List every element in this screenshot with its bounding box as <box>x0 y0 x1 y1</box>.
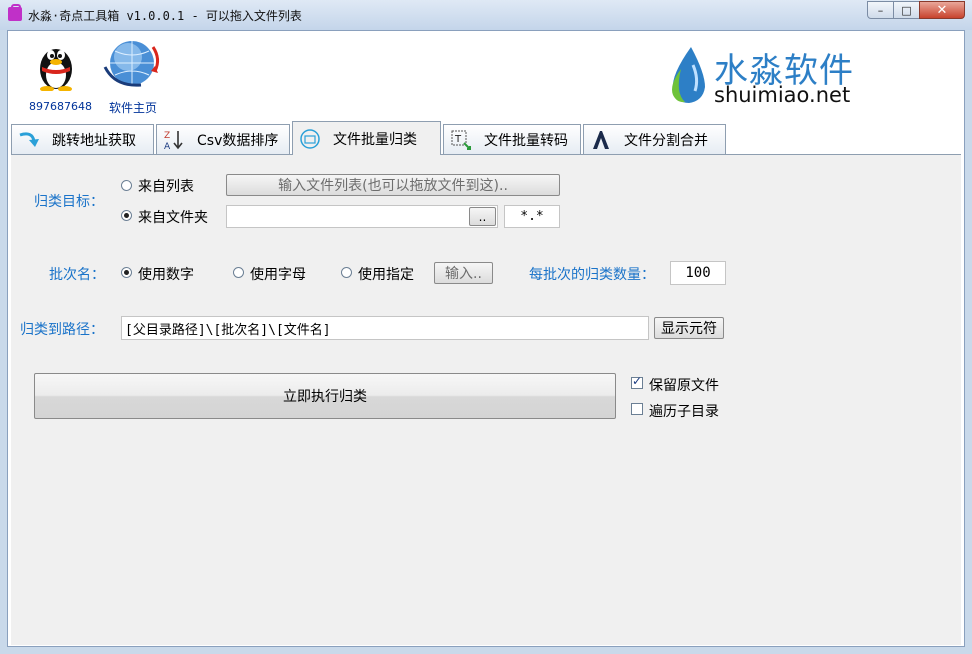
title-bar: 水淼·奇点工具箱 v1.0.0.1 - 可以拖入文件列表 – □ ✕ <box>0 0 972 30</box>
use-letter-radio[interactable] <box>233 267 244 278</box>
maximize-icon: □ <box>901 3 912 17</box>
input-file-list-button[interactable]: 输入文件列表(也可以拖放文件到这).. <box>226 174 560 196</box>
window-title: 水淼·奇点工具箱 v1.0.0.1 - 可以拖入文件列表 <box>28 9 302 23</box>
file-filter-input[interactable]: *.* <box>504 205 560 228</box>
dest-path-label: 归类到路径： <box>20 322 104 338</box>
use-number-radio[interactable] <box>121 267 132 278</box>
run-classify-button[interactable]: 立即执行归类 <box>34 373 616 419</box>
traverse-subdirs-checkbox[interactable] <box>631 403 643 415</box>
svg-text:Z: Z <box>164 131 170 141</box>
classify-panel: 归类目标： 来自列表 输入文件列表(也可以拖放文件到这).. 来自文件夹 .. … <box>11 155 961 645</box>
home-link[interactable]: 软件主页 <box>109 99 157 116</box>
per-batch-input[interactable]: 100 <box>670 261 726 285</box>
custom-input-button[interactable]: 输入.. <box>434 262 493 284</box>
from-folder-label[interactable]: 来自文件夹 <box>138 207 208 227</box>
tab-label: 文件批量归类 <box>333 131 417 148</box>
close-button[interactable]: ✕ <box>919 1 965 19</box>
from-folder-radio[interactable] <box>121 210 132 221</box>
tab-file-split-merge[interactable]: 文件分割合并 <box>583 124 726 154</box>
svg-text:T: T <box>454 134 462 145</box>
redirect-arrow-icon <box>19 131 39 147</box>
per-batch-label: 每批次的归类数量： <box>529 267 655 283</box>
tab-label: 跳转地址获取 <box>52 132 136 149</box>
close-icon: ✕ <box>936 2 948 18</box>
use-custom-label[interactable]: 使用指定 <box>358 264 414 284</box>
qq-number[interactable]: 897687648 <box>29 100 92 113</box>
minimize-icon: – <box>877 3 884 17</box>
split-merge-icon <box>593 130 609 149</box>
minimize-button[interactable]: – <box>867 1 894 19</box>
tab-redirect-url[interactable]: 跳转地址获取 <box>11 124 154 154</box>
tab-csv-sort[interactable]: Z A Csv数据排序 <box>156 124 290 154</box>
sort-az-icon: Z A <box>164 130 183 151</box>
tab-file-classify[interactable]: 文件批量归类 <box>292 121 441 155</box>
tab-file-convert[interactable]: T 文件批量转码 <box>443 124 581 154</box>
use-letter-label[interactable]: 使用字母 <box>250 264 306 284</box>
maximize-button[interactable]: □ <box>893 1 920 19</box>
tab-strip: 跳转地址获取 Z A Csv数据排序 文件批量归类 T 文件批量转码 文件分割合… <box>11 121 961 155</box>
water-drop-logo-icon <box>672 47 705 103</box>
tab-label: 文件批量转码 <box>484 132 568 149</box>
brand-url: shuimiao.net <box>714 83 851 107</box>
tab-label: 文件分割合并 <box>624 132 708 149</box>
batch-label: 批次名： <box>49 267 105 283</box>
tab-label: Csv数据排序 <box>197 132 279 149</box>
traverse-subdirs-label[interactable]: 遍历子目录 <box>649 401 719 421</box>
keep-original-label[interactable]: 保留原文件 <box>649 375 719 395</box>
use-custom-radio[interactable] <box>341 267 352 278</box>
from-list-radio[interactable] <box>121 180 132 191</box>
dest-path-input[interactable]: [父目录路径]\[批次名]\[文件名] <box>121 316 649 340</box>
target-label: 归类目标： <box>34 194 104 210</box>
classify-icon <box>300 128 320 149</box>
show-tokens-button[interactable]: 显示元符 <box>654 317 724 339</box>
qq-penguin-icon[interactable] <box>34 39 78 91</box>
browse-folder-button[interactable]: .. <box>469 207 496 226</box>
text-convert-icon: T <box>451 130 471 150</box>
app-icon <box>8 4 22 21</box>
use-number-label[interactable]: 使用数字 <box>138 264 194 284</box>
folder-path-input[interactable] <box>226 205 498 228</box>
from-list-label[interactable]: 来自列表 <box>138 176 194 196</box>
window-controls: – □ ✕ <box>867 1 965 19</box>
keep-original-checkbox[interactable] <box>631 374 643 389</box>
client-area: 897687648 软件主页 水淼软件 shuimiao.net 跳转地址获取 … <box>7 30 965 647</box>
globe-home-icon[interactable] <box>101 37 163 89</box>
svg-text:A: A <box>164 142 171 151</box>
